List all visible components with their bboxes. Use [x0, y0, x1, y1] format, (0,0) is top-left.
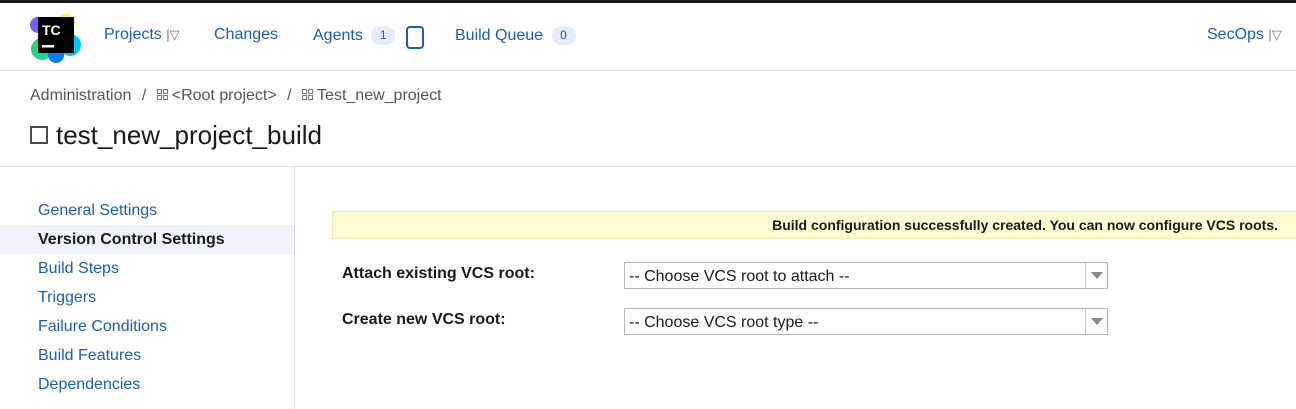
- breadcrumb-administration[interactable]: Administration: [30, 87, 131, 104]
- agent-device-icon[interactable]: [406, 26, 424, 49]
- settings-sidebar: General Settings Version Control Setting…: [0, 167, 295, 409]
- top-header: TC Projects |▽ Changes Agents 1 Build Qu…: [0, 3, 1296, 71]
- build-queue-count-badge: 0: [551, 26, 576, 45]
- breadcrumb: Administration / <Root project> / Test_n…: [30, 87, 442, 105]
- attach-vcs-root-value[interactable]: -- Choose VCS root to attach --: [629, 263, 850, 290]
- sidebar-item-failure-conditions[interactable]: Failure Conditions: [0, 312, 294, 341]
- sidebar-item-dependencies[interactable]: Dependencies: [0, 370, 294, 399]
- nav-changes[interactable]: Changes: [214, 26, 278, 44]
- user-dropdown-icon[interactable]: |▽: [1268, 27, 1281, 42]
- build-config-icon: [30, 126, 48, 144]
- nav-projects[interactable]: Projects |▽: [104, 26, 180, 44]
- create-vcs-root-value[interactable]: -- Choose VCS root type --: [629, 309, 818, 336]
- breadcrumb-separator: /: [287, 87, 292, 104]
- logo-text: TC: [42, 22, 61, 38]
- create-vcs-label: Create new VCS root:: [342, 311, 506, 328]
- breadcrumb-root-project[interactable]: <Root project>: [172, 87, 277, 104]
- page-title: test_new_project_build: [56, 120, 322, 150]
- create-vcs-root-select[interactable]: -- Choose VCS root type --: [624, 308, 1108, 335]
- nav-agents-label[interactable]: Agents: [313, 27, 363, 44]
- sidebar-item-build-features[interactable]: Build Features: [0, 341, 294, 370]
- nav-build-queue[interactable]: Build Queue 0: [455, 26, 576, 45]
- sidebar-item-version-control-settings[interactable]: Version Control Settings: [0, 225, 294, 254]
- attach-vcs-root-select[interactable]: -- Choose VCS root to attach --: [624, 262, 1108, 289]
- user-menu[interactable]: SecOps |▽: [1207, 26, 1282, 44]
- project-grid-icon: [302, 89, 314, 100]
- project-grid-icon: [156, 89, 168, 100]
- user-name[interactable]: SecOps: [1207, 26, 1264, 43]
- nav-agents[interactable]: Agents 1: [313, 26, 396, 45]
- teamcity-logo[interactable]: TC: [30, 11, 82, 63]
- nav-projects-label[interactable]: Projects: [104, 26, 162, 43]
- attach-vcs-label: Attach existing VCS root:: [342, 265, 535, 282]
- agents-count-badge: 1: [371, 26, 396, 45]
- breadcrumb-test-new-project[interactable]: Test_new_project: [317, 87, 442, 104]
- chevron-down-icon[interactable]: [1085, 309, 1107, 334]
- success-banner: Build configuration successfully created…: [332, 211, 1296, 239]
- sidebar-item-triggers[interactable]: Triggers: [0, 283, 294, 312]
- breadcrumb-separator: /: [141, 87, 147, 104]
- nav-build-queue-label[interactable]: Build Queue: [455, 27, 543, 44]
- sidebar-item-build-steps[interactable]: Build Steps: [0, 254, 294, 283]
- sidebar-item-general-settings[interactable]: General Settings: [0, 196, 294, 225]
- chevron-down-icon[interactable]: [1085, 263, 1107, 288]
- projects-dropdown-icon[interactable]: |▽: [166, 27, 179, 42]
